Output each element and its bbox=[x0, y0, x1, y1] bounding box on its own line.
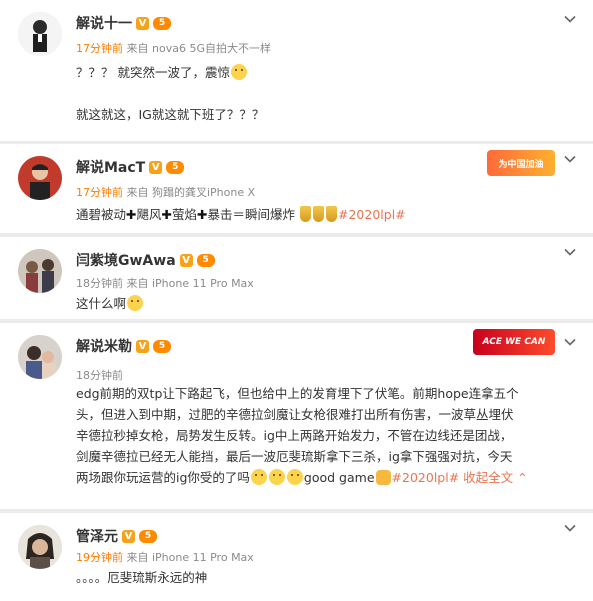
text-part: 飓风 bbox=[136, 207, 162, 222]
chevron-down-icon[interactable] bbox=[563, 245, 577, 259]
plus-icon: ✚ bbox=[126, 207, 137, 222]
hashtag-link[interactable]: #2020lpl# bbox=[338, 207, 406, 222]
level-badge: 5 bbox=[153, 16, 171, 30]
verified-badge: V bbox=[179, 253, 193, 267]
avatar[interactable] bbox=[18, 525, 62, 569]
comment-meta: 19分钟前 来自 iPhone 11 Pro Max bbox=[76, 549, 254, 565]
comment-card: 管泽元 V 5 19分钟前 来自 iPhone 11 Pro Max 。。。。厄… bbox=[0, 513, 593, 601]
comment-meta: 17分钟前 来自 狗蹋的龚叉iPhone X bbox=[76, 184, 255, 200]
source: 来自 狗蹋的龚叉iPhone X bbox=[126, 186, 256, 199]
source: 来自 nova6 5G自拍大不一样 bbox=[126, 42, 271, 55]
text-line: 就这就这，IG就这就下班了？？？ bbox=[76, 107, 265, 122]
laughing-emoji-icon bbox=[250, 469, 267, 485]
timestamp[interactable]: 19分钟前 bbox=[76, 551, 123, 564]
timestamp[interactable]: 18分钟前 bbox=[76, 277, 123, 290]
text-line: 头，但进入到中期，过肥的辛德拉剑魔让女枪很难打出所有伤害，一波草丛埋伏 bbox=[76, 407, 514, 422]
text-part: 萤焰 bbox=[172, 207, 198, 222]
comment-card: 解说MacT V 5 17分钟前 来自 狗蹋的龚叉iPhone X 通碧被动✚飓… bbox=[0, 144, 593, 233]
timestamp[interactable]: 17分钟前 bbox=[76, 186, 123, 199]
verified-badge: V bbox=[136, 16, 149, 30]
chevron-down-icon[interactable] bbox=[563, 335, 577, 349]
comment-text: 这什么啊 bbox=[76, 293, 575, 314]
collapse-text-link[interactable]: 收起全文 bbox=[463, 470, 513, 485]
verified-badge: V bbox=[136, 339, 149, 353]
text-tail: good game bbox=[303, 470, 375, 485]
timestamp[interactable]: 17分钟前 bbox=[76, 42, 123, 55]
verified-badge: V bbox=[122, 529, 135, 543]
comment-text: 。。。。厄斐琉斯永远的神 bbox=[76, 567, 575, 588]
user-name[interactable]: 解说MacT bbox=[76, 157, 145, 177]
deco-banner: 为中国加油 bbox=[487, 150, 555, 176]
user-name[interactable]: 闫紫境GwAwa bbox=[76, 250, 176, 270]
trophy-icon bbox=[300, 206, 311, 222]
text-line: 辛德拉秒掉女枪，局势发生反转。ig中上两路开始发力，不管在边线还是团战， bbox=[76, 428, 513, 443]
comment-meta: 18分钟前 来自 iPhone 11 Pro Max bbox=[76, 275, 254, 291]
laughing-emoji-icon bbox=[127, 295, 144, 311]
comment-text: edg前期的双tp让下路起飞，但也给中上的发育埋下了伏笔。前期hope连拿五个 … bbox=[76, 383, 575, 488]
text-part: 暴击＝瞬间爆炸 bbox=[207, 207, 296, 222]
shocked-emoji-icon bbox=[230, 64, 247, 80]
text-line: 两场跟你玩运营的ig你受的了吗 bbox=[76, 470, 250, 485]
timestamp[interactable]: 18分钟前 bbox=[76, 369, 123, 382]
chevron-down-icon[interactable] bbox=[563, 521, 577, 535]
trophy-icon bbox=[313, 206, 324, 222]
comment-card: 闫紫境GwAwa V 5 18分钟前 来自 iPhone 11 Pro Max … bbox=[0, 237, 593, 319]
laughing-emoji-icon bbox=[286, 469, 303, 485]
plus-icon: ✚ bbox=[197, 207, 208, 222]
level-badge: 5 bbox=[139, 529, 157, 543]
user-name[interactable]: 解说十一 bbox=[76, 13, 132, 33]
text-line: 剑魔辛德拉已经无人能挡，最后一波厄斐琉斯拿下三杀，ig拿下强强对抗，今天 bbox=[76, 449, 513, 464]
laughing-emoji-icon bbox=[268, 469, 285, 485]
hashtag-link[interactable]: #2020lpl# bbox=[392, 470, 460, 485]
text-part: 通碧被动 bbox=[76, 207, 127, 222]
level-badge: 5 bbox=[166, 160, 185, 174]
text-line: edg前期的双tp让下路起飞，但也给中上的发育埋下了伏笔。前期hope连拿五个 bbox=[76, 386, 519, 401]
comment-text: 通碧被动✚飓风✚萤焰✚暴击＝瞬间爆炸 #2020lpl# bbox=[76, 204, 575, 225]
deco-banner: ACE WE CAN bbox=[473, 329, 555, 355]
source: 来自 iPhone 11 Pro Max bbox=[126, 277, 254, 290]
verified-badge: V bbox=[149, 160, 163, 174]
level-badge: 5 bbox=[196, 253, 215, 267]
avatar[interactable] bbox=[18, 12, 62, 56]
text-line: 这什么啊 bbox=[76, 296, 127, 311]
chevron-up-icon[interactable]: ⌃ bbox=[517, 470, 527, 485]
comment-meta: 17分钟前 来自 nova6 5G自拍大不一样 bbox=[76, 40, 271, 56]
comment-card: 解说米勒 V 5 18分钟前 edg前期的双tp让下路起飞，但也给中上的发育埋下… bbox=[0, 323, 593, 509]
text-line: ？？？ 就突然一波了，震惊 bbox=[76, 65, 230, 80]
chevron-down-icon[interactable] bbox=[563, 12, 577, 26]
trophy-icon bbox=[326, 206, 337, 222]
user-name[interactable]: 解说米勒 bbox=[76, 336, 132, 356]
comment-meta: 18分钟前 bbox=[76, 367, 123, 383]
avatar[interactable] bbox=[18, 335, 62, 379]
avatar[interactable] bbox=[18, 249, 62, 293]
level-badge: 5 bbox=[153, 339, 171, 353]
thumbs-up-icon bbox=[375, 470, 391, 485]
user-name[interactable]: 管泽元 bbox=[76, 526, 118, 546]
comment-card: 解说十一 V 5 17分钟前 来自 nova6 5G自拍大不一样 ？？？ 就突然… bbox=[0, 0, 593, 141]
source: 来自 iPhone 11 Pro Max bbox=[126, 551, 254, 564]
comment-text: ？？？ 就突然一波了，震惊 就这就这，IG就这就下班了？？？ bbox=[76, 62, 575, 125]
chevron-down-icon[interactable] bbox=[563, 152, 577, 166]
text-line: 。。。。厄斐琉斯永远的神 bbox=[76, 570, 208, 585]
plus-icon: ✚ bbox=[161, 207, 172, 222]
avatar[interactable] bbox=[18, 156, 62, 200]
